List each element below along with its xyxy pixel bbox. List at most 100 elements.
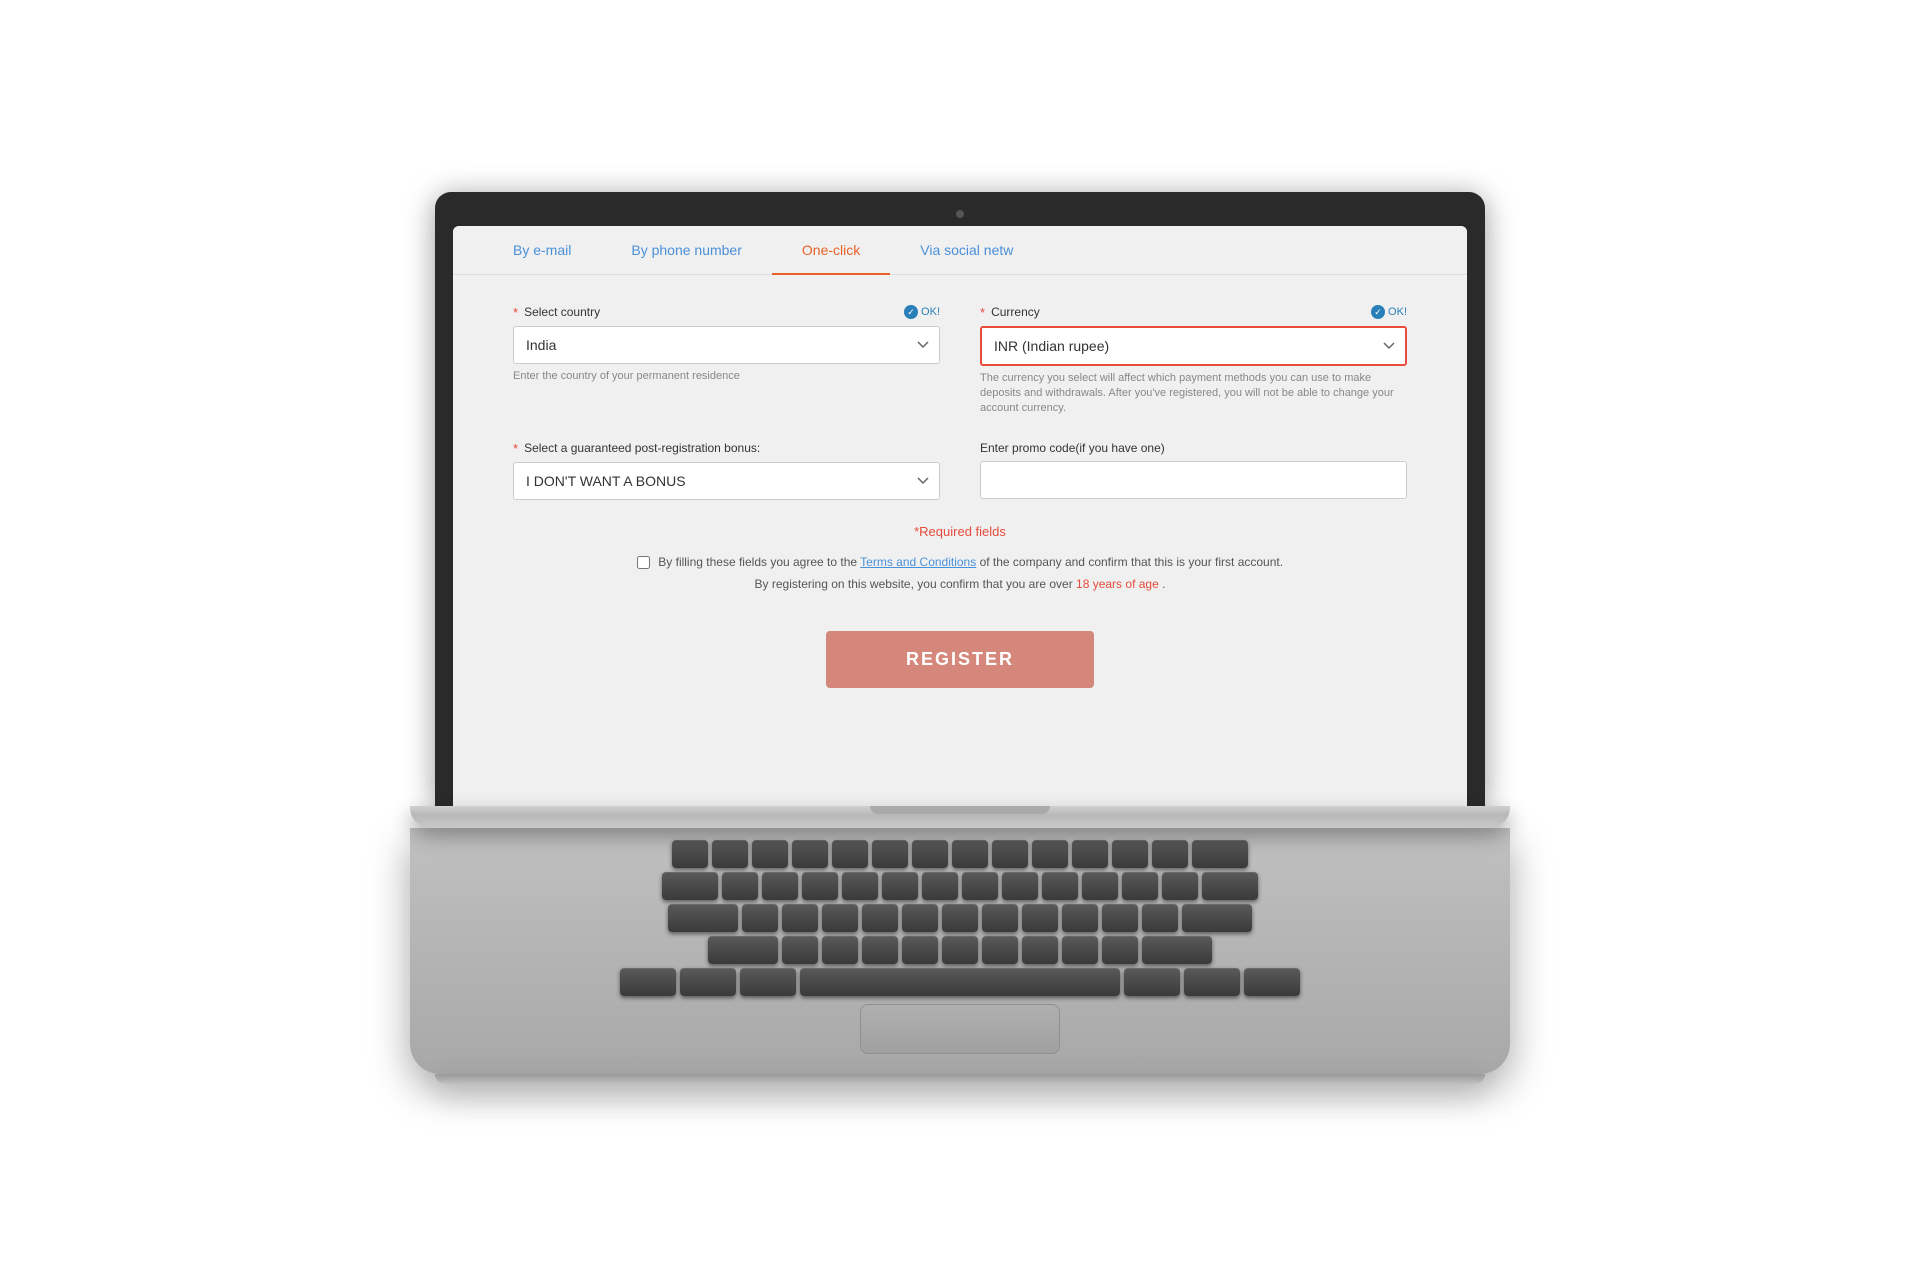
- currency-group: * Currency ✓ OK! INR (Indian rupee) The: [980, 305, 1407, 417]
- bonus-label-text: Select a guaranteed post-registration bo…: [524, 441, 760, 455]
- key: [620, 968, 676, 996]
- currency-hint: The currency you select will affect whic…: [980, 371, 1407, 417]
- currency-label: * Currency ✓ OK!: [980, 305, 1407, 320]
- country-label-text: Select country: [524, 305, 600, 319]
- bonus-group: * Select a guaranteed post-registration …: [513, 441, 940, 500]
- currency-ok-badge: ✓ OK!: [1371, 305, 1407, 319]
- key: [982, 904, 1018, 932]
- key: [1192, 840, 1248, 868]
- key: [962, 872, 998, 900]
- key: [862, 936, 898, 964]
- tab-social[interactable]: Via social netw: [890, 226, 1043, 274]
- required-note: *Required fields: [513, 524, 1407, 539]
- key: [1142, 936, 1212, 964]
- key: [842, 872, 878, 900]
- key: [742, 904, 778, 932]
- key: [1102, 936, 1138, 964]
- key: [1112, 840, 1148, 868]
- terms-row: By filling these fields you agree to the…: [513, 555, 1407, 569]
- age-row: By registering on this website, you conf…: [513, 577, 1407, 591]
- key: [942, 904, 978, 932]
- key: [668, 904, 738, 932]
- key: [1124, 968, 1180, 996]
- key: [942, 936, 978, 964]
- age-highlight: 18 years of age: [1076, 577, 1159, 591]
- terms-link[interactable]: Terms and Conditions: [860, 555, 976, 569]
- key: [1244, 968, 1300, 996]
- form-row-1: * Select country ✓ OK! India Enter the: [513, 305, 1407, 417]
- country-group: * Select country ✓ OK! India Enter the: [513, 305, 940, 417]
- key: [792, 840, 828, 868]
- key: [1122, 872, 1158, 900]
- bonus-select[interactable]: I DON'T WANT A BONUS: [513, 462, 940, 500]
- currency-required: *: [980, 305, 985, 320]
- key: [782, 904, 818, 932]
- key: [1152, 840, 1188, 868]
- key: [872, 840, 908, 868]
- key: [662, 872, 718, 900]
- currency-select[interactable]: INR (Indian rupee): [980, 326, 1407, 366]
- promo-label-text: Enter promo code(if you have one): [980, 441, 1165, 455]
- key: [822, 904, 858, 932]
- country-ok-text: OK!: [921, 306, 940, 318]
- key: [1162, 872, 1198, 900]
- promo-input[interactable]: [980, 461, 1407, 499]
- key: [1022, 904, 1058, 932]
- country-select[interactable]: India: [513, 326, 940, 364]
- key: [672, 840, 708, 868]
- key: [1002, 872, 1038, 900]
- key: [680, 968, 736, 996]
- tab-phone[interactable]: By phone number: [601, 226, 772, 274]
- country-hint: Enter the country of your permanent resi…: [513, 369, 940, 384]
- country-label: * Select country ✓ OK!: [513, 305, 940, 320]
- country-required: *: [513, 305, 518, 320]
- key: [832, 840, 868, 868]
- key: [1142, 904, 1178, 932]
- key: [1042, 872, 1078, 900]
- key: [952, 840, 988, 868]
- terms-prefix: By filling these fields you agree to the: [658, 555, 860, 569]
- key: [1062, 904, 1098, 932]
- key: [1202, 872, 1258, 900]
- key: [708, 936, 778, 964]
- terms-suffix: of the company and confirm that this is …: [980, 555, 1283, 569]
- promo-label: Enter promo code(if you have one): [980, 441, 1407, 455]
- key: [712, 840, 748, 868]
- key: [752, 840, 788, 868]
- key: [822, 936, 858, 964]
- key: [1022, 936, 1058, 964]
- register-button[interactable]: REGISTER: [826, 631, 1094, 688]
- laptop-bottom-edge: [435, 1074, 1485, 1084]
- key: [722, 872, 758, 900]
- key: [1032, 840, 1068, 868]
- trackpad: [860, 1004, 1060, 1054]
- key: [902, 904, 938, 932]
- currency-label-text: Currency: [991, 305, 1040, 319]
- key: [1062, 936, 1098, 964]
- key: [922, 872, 958, 900]
- laptop-base: [410, 806, 1510, 828]
- bonus-label: * Select a guaranteed post-registration …: [513, 441, 940, 456]
- key: [902, 936, 938, 964]
- key: [1082, 872, 1118, 900]
- spacebar-key: [800, 968, 1120, 996]
- key: [740, 968, 796, 996]
- tab-email[interactable]: By e-mail: [483, 226, 601, 274]
- age-text-2: .: [1162, 577, 1165, 591]
- form-row-2: * Select a guaranteed post-registration …: [513, 441, 1407, 500]
- laptop-camera: [956, 210, 964, 218]
- key: [912, 840, 948, 868]
- currency-ok-text: OK!: [1388, 306, 1407, 318]
- age-text-1: By registering on this website, you conf…: [755, 577, 1077, 591]
- key: [1182, 904, 1252, 932]
- tab-oneclick[interactable]: One-click: [772, 226, 890, 274]
- tabs-row: By e-mail By phone number One-click Via …: [453, 226, 1467, 275]
- laptop-keyboard: [410, 828, 1510, 1074]
- country-ok-badge: ✓ OK!: [904, 305, 940, 319]
- form-area: * Select country ✓ OK! India Enter the: [453, 275, 1467, 729]
- key: [992, 840, 1028, 868]
- bonus-required: *: [513, 441, 518, 456]
- key: [882, 872, 918, 900]
- promo-group: Enter promo code(if you have one): [980, 441, 1407, 500]
- terms-checkbox[interactable]: [637, 556, 650, 569]
